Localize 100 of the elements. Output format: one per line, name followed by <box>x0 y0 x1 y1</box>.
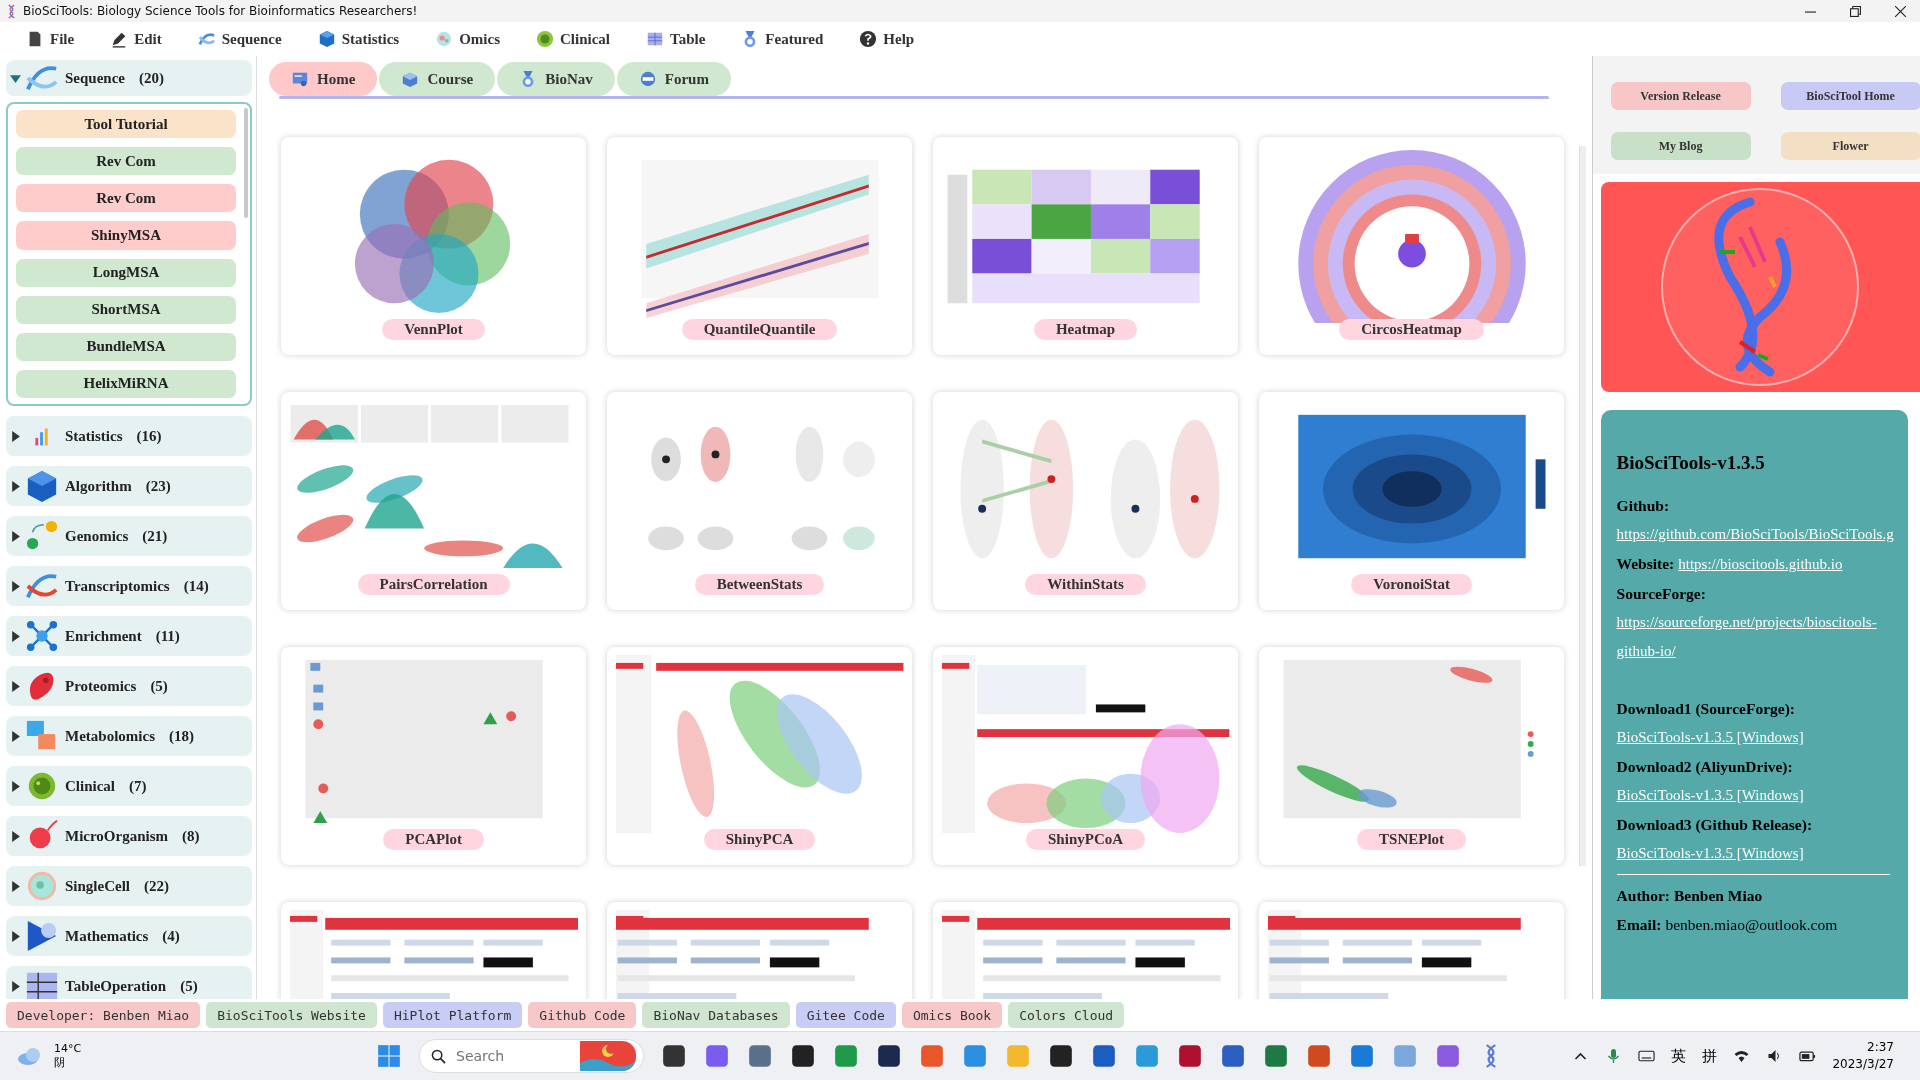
app-icon[interactable] <box>661 1043 687 1069</box>
plot-card[interactable]: BetweenStats <box>607 392 913 610</box>
restore-icon[interactable] <box>1850 5 1861 17</box>
menu-item[interactable]: Edit <box>102 28 170 50</box>
category-header[interactable]: Algorithm (23) <box>6 466 253 506</box>
plot-label[interactable]: ShinyPCA <box>703 829 816 850</box>
plot-label[interactable]: BetweenStats <box>694 574 825 595</box>
footer-link[interactable]: Developer: Benben Miao <box>6 1002 201 1028</box>
menu-item[interactable]: Omics <box>427 28 508 50</box>
menu-item[interactable]: Sequence <box>189 28 290 50</box>
footer-link[interactable]: HiPlot Platform <box>382 1002 523 1028</box>
plot-card[interactable]: PairsCorrelation <box>281 392 587 610</box>
plot-card[interactable]: VoronoiStat <box>1259 392 1565 610</box>
app-icon[interactable] <box>1048 1043 1074 1069</box>
expand-icon[interactable] <box>10 830 21 842</box>
app-icon[interactable] <box>1177 1043 1203 1069</box>
category-header[interactable]: Sequence (20) <box>6 60 253 96</box>
link-button[interactable]: Version Release <box>1610 82 1751 110</box>
plot-card[interactable]: WithinStats <box>933 392 1239 610</box>
category-header[interactable]: TableOperation (5) <box>6 966 253 999</box>
menu-item[interactable]: Table <box>638 28 714 50</box>
category-header[interactable]: Metabolomics (18) <box>6 716 253 756</box>
plot-label[interactable]: TSNEPlot <box>1357 829 1467 850</box>
plot-label[interactable]: WithinStats <box>1025 574 1146 595</box>
expand-icon[interactable] <box>10 680 21 692</box>
plot-label[interactable]: PCAPlot <box>383 829 484 850</box>
footer-link[interactable]: Colors Cloud <box>1008 1002 1125 1028</box>
scrollbar[interactable] <box>1578 146 1586 866</box>
close-icon[interactable] <box>1895 5 1906 17</box>
windows-icon[interactable] <box>376 1043 402 1069</box>
expand-icon[interactable] <box>10 980 21 992</box>
menu-item[interactable]: Statistics <box>309 28 408 50</box>
plot-card[interactable]: ShinyPCoA <box>933 647 1239 865</box>
link-button[interactable]: Flower <box>1780 132 1920 160</box>
plot-card[interactable]: CircosHeatmap <box>1259 137 1565 355</box>
tool-button[interactable]: Rev Com <box>16 147 237 176</box>
category-header[interactable]: Transcriptomics (14) <box>6 566 253 606</box>
expand-icon[interactable] <box>10 780 21 792</box>
plot-card[interactable]: VennPlot <box>281 137 587 355</box>
app-icon[interactable] <box>790 1043 816 1069</box>
link-button[interactable]: BioSciTool Home <box>1780 82 1920 110</box>
category-header[interactable]: Proteomics (5) <box>6 666 253 706</box>
tool-button[interactable]: ShinyMSA <box>16 221 237 250</box>
expand-icon[interactable] <box>10 880 21 892</box>
plot-card[interactable]: PCAPlot <box>281 647 587 865</box>
menu-item[interactable]: Help <box>851 28 923 50</box>
menu-item[interactable]: File <box>18 28 83 50</box>
tab[interactable]: Forum <box>616 62 731 96</box>
tab[interactable]: BioNav <box>497 62 615 96</box>
box-icon <box>401 70 420 88</box>
plot-label[interactable]: QuantileQuantile <box>681 319 838 340</box>
category-header[interactable]: Statistics (16) <box>6 416 253 456</box>
expand-icon[interactable] <box>10 72 21 84</box>
plot-card[interactable]: TSNEPlot <box>1259 647 1565 865</box>
footer-link[interactable]: BioNav Databases <box>642 1002 790 1028</box>
expand-icon[interactable] <box>10 930 21 942</box>
tool-button[interactable]: ShortMSA <box>16 295 237 324</box>
plot-label[interactable]: VennPlot <box>382 319 485 340</box>
footer-link[interactable]: Omics Book <box>901 1002 1003 1028</box>
tool-button[interactable]: BundleMSA <box>16 332 237 361</box>
category-header[interactable]: Genomics (21) <box>6 516 253 556</box>
plot-label[interactable]: VoronoiStat <box>1351 574 1472 595</box>
plot-card[interactable]: QuantileQuantile <box>607 137 913 355</box>
expand-icon[interactable] <box>10 430 21 442</box>
plot-label[interactable]: CircosHeatmap <box>1339 319 1484 340</box>
tab[interactable]: Home <box>269 62 378 96</box>
menu-item[interactable]: Featured <box>733 28 832 50</box>
expand-icon[interactable] <box>10 480 21 492</box>
plot-label[interactable]: ShinyPCoA <box>1026 829 1146 850</box>
expand-icon[interactable] <box>10 530 21 542</box>
tool-button[interactable]: Tool Tutorial <box>16 110 237 139</box>
input-mode-button[interactable]: 拼 <box>1702 1046 1718 1066</box>
wifi-icon[interactable] <box>1733 1048 1751 1064</box>
menu-item[interactable]: Clinical <box>528 28 618 50</box>
input-mode-button[interactable]: 英 <box>1671 1046 1687 1066</box>
scrollbar[interactable] <box>244 108 249 218</box>
expand-icon[interactable] <box>10 730 21 742</box>
tool-button[interactable]: Rev Com <box>16 184 237 213</box>
app-icon[interactable] <box>876 1043 902 1069</box>
footer-link[interactable]: Gitee Code <box>795 1002 896 1028</box>
plot-label[interactable]: Heatmap <box>1033 319 1138 340</box>
category-header[interactable]: Enrichment (11) <box>6 616 253 656</box>
category-header[interactable]: Mathematics (4) <box>6 916 253 956</box>
plot-card[interactable]: Heatmap <box>933 137 1239 355</box>
footer-link[interactable]: Github Code <box>528 1002 637 1028</box>
category-header[interactable]: MicroOrganism (8) <box>6 816 253 856</box>
expand-icon[interactable] <box>10 630 21 642</box>
footer-link[interactable]: BioSciTools Website <box>206 1002 377 1028</box>
keyboard-icon[interactable] <box>1638 1048 1656 1064</box>
clock-date[interactable]: 2023/3/27 <box>1832 1056 1894 1073</box>
clock-time[interactable]: 2:37 <box>1867 1039 1894 1056</box>
link-button[interactable]: My Blog <box>1610 132 1751 160</box>
tab[interactable]: Course <box>379 62 496 96</box>
plot-label[interactable]: PairsCorrelation <box>357 574 510 595</box>
expand-icon[interactable] <box>10 580 21 592</box>
tool-button[interactable]: HelixMiRNA <box>16 369 237 398</box>
plot-card[interactable]: ShinyPCA <box>607 647 913 865</box>
category-header[interactable]: SingleCell (22) <box>6 866 253 906</box>
category-header[interactable]: Clinical (7) <box>6 766 253 806</box>
tool-button[interactable]: LongMSA <box>16 258 237 287</box>
